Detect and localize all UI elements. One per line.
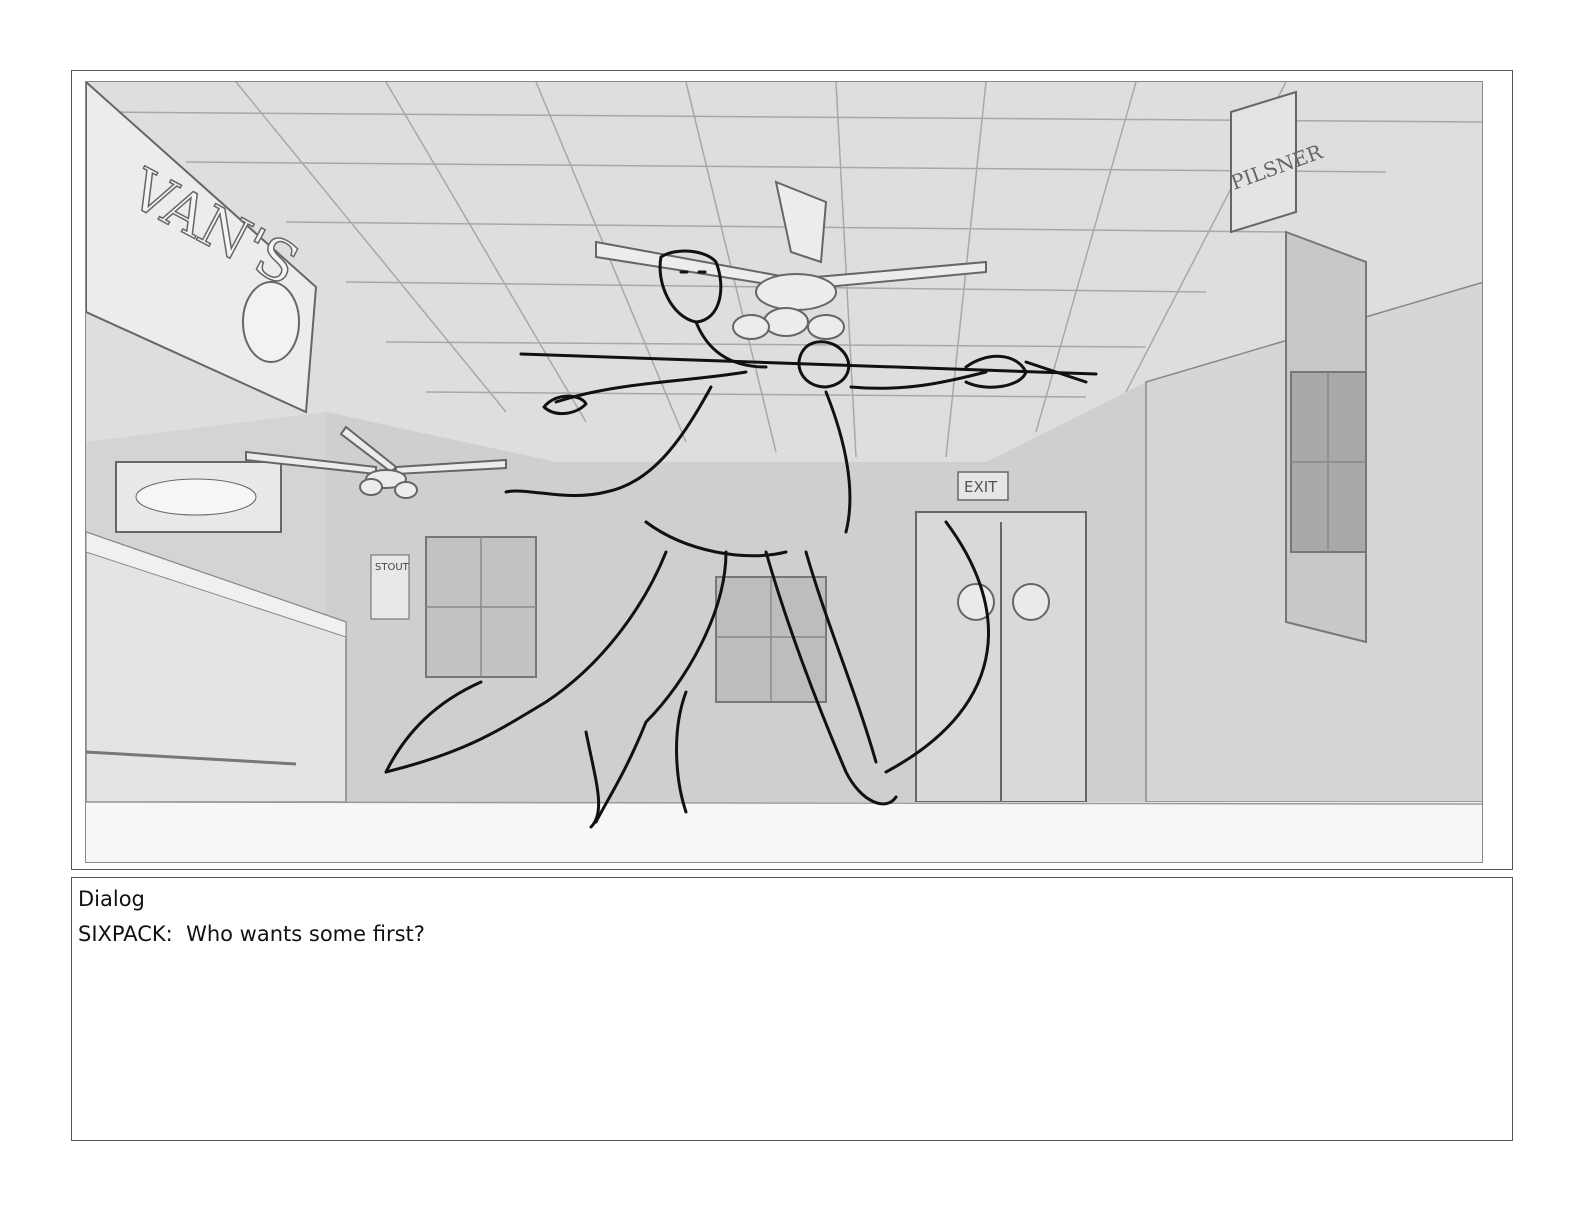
floor — [86, 802, 1482, 862]
storyboard-panel-image: VAN'S STOUT EXIT PILSNER — [85, 81, 1483, 863]
panel-sketch: VAN'S STOUT EXIT PILSNER — [86, 82, 1482, 862]
storyboard-panel-frame: VAN'S STOUT EXIT PILSNER — [71, 70, 1513, 870]
dialog-line: SIXPACK: Who wants some first? — [78, 922, 425, 946]
svg-text:STOUT: STOUT — [375, 562, 410, 573]
dialog-box: Dialog SIXPACK: Who wants some first? — [71, 877, 1513, 1141]
dialog-label: Dialog — [78, 887, 145, 911]
svg-text:EXIT: EXIT — [964, 478, 998, 496]
